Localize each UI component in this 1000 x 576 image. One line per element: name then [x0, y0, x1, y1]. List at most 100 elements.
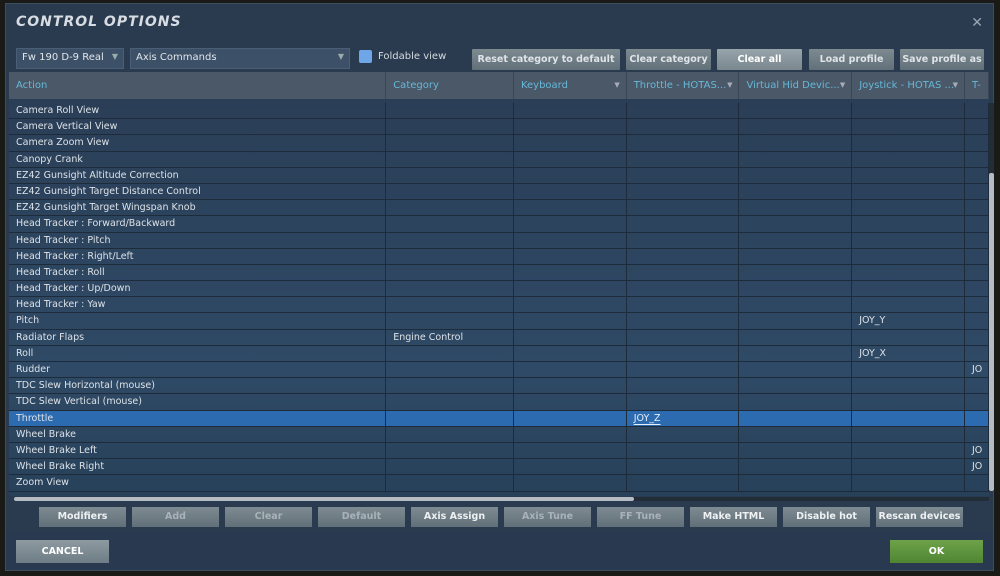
binding-cell[interactable]	[965, 281, 989, 297]
table-row[interactable]: Head Tracker : Up/Down	[9, 281, 989, 298]
checkbox-icon[interactable]	[359, 50, 372, 63]
table-row[interactable]: Rudder JO	[9, 362, 989, 379]
binding-cell[interactable]	[739, 410, 853, 426]
table-row[interactable]: Camera Roll View	[9, 103, 989, 120]
table-row[interactable]: EZ42 Gunsight Target Wingspan Knob	[9, 200, 989, 217]
binding-cell[interactable]	[386, 183, 514, 200]
binding-cell[interactable]	[739, 119, 853, 135]
table-row[interactable]: Head Tracker : Yaw	[9, 297, 989, 314]
binding-cell[interactable]: JOY_Y	[852, 313, 965, 329]
binding-cell[interactable]	[514, 329, 627, 345]
binding-cell[interactable]	[852, 475, 965, 491]
binding-cell[interactable]	[627, 183, 740, 200]
action-cell[interactable]: Camera Roll View	[9, 103, 387, 119]
action-cell[interactable]: Wheel Brake	[9, 426, 387, 442]
binding-cell[interactable]	[627, 442, 740, 459]
binding-cell[interactable]	[386, 345, 514, 361]
binding-cell[interactable]	[386, 232, 514, 248]
binding-cell[interactable]	[852, 151, 965, 167]
binding-cell[interactable]	[739, 394, 853, 410]
action-cell[interactable]: EZ42 Gunsight Target Wingspan Knob	[9, 200, 387, 216]
chevron-down-icon[interactable]: ▼	[840, 72, 845, 99]
binding-cell[interactable]	[627, 119, 740, 135]
binding-cell[interactable]	[386, 362, 514, 378]
chevron-down-icon[interactable]: ▼	[727, 72, 732, 99]
table-row[interactable]: TDC Slew Vertical (mouse)	[9, 394, 989, 411]
binding-cell[interactable]	[514, 297, 627, 313]
binding-cell[interactable]	[514, 410, 627, 426]
action-cell[interactable]: Head Tracker : Right/Left	[9, 248, 387, 264]
binding-cell[interactable]	[627, 232, 740, 248]
aircraft-select[interactable]: Fw 190 D-9 Real ▼	[16, 48, 124, 69]
binding-cell[interactable]	[965, 248, 989, 264]
binding-cell[interactable]: Engine Control	[386, 329, 514, 345]
action-cell[interactable]: TDC Slew Vertical (mouse)	[9, 394, 387, 410]
add-button[interactable]: Add	[132, 507, 219, 527]
binding-cell[interactable]	[627, 459, 740, 475]
binding-cell[interactable]	[965, 313, 989, 329]
column-header[interactable]: T-	[965, 72, 989, 99]
table-row[interactable]: Head Tracker : Roll	[9, 264, 989, 282]
binding-cell[interactable]	[627, 135, 740, 151]
binding-cell[interactable]	[627, 345, 740, 361]
binding-cell[interactable]	[514, 103, 627, 119]
binding-cell[interactable]	[386, 264, 514, 281]
binding-cell[interactable]	[514, 345, 627, 361]
modifiers-button[interactable]: Modifiers	[39, 507, 126, 527]
action-cell[interactable]: TDC Slew Horizontal (mouse)	[9, 378, 387, 394]
action-cell[interactable]: Throttle	[9, 410, 387, 426]
binding-cell[interactable]	[852, 329, 965, 345]
action-cell[interactable]: Radiator Flaps	[9, 329, 387, 345]
binding-cell[interactable]	[386, 200, 514, 216]
action-cell[interactable]: Pitch	[9, 313, 387, 329]
binding-cell[interactable]	[514, 135, 627, 151]
binding-cell[interactable]	[739, 297, 853, 313]
binding-cell[interactable]	[514, 167, 627, 183]
chevron-down-icon[interactable]: ▼	[614, 72, 619, 99]
scrollbar-thumb[interactable]	[14, 497, 634, 501]
binding-cell[interactable]	[739, 135, 853, 151]
binding-cell[interactable]: JOY_X	[852, 345, 965, 361]
binding-cell[interactable]	[627, 297, 740, 313]
binding-cell[interactable]: JO	[965, 459, 989, 475]
binding-cell[interactable]	[852, 410, 965, 426]
binding-cell[interactable]	[514, 426, 627, 442]
chevron-down-icon[interactable]: ▼	[953, 72, 958, 99]
binding-cell[interactable]	[514, 216, 627, 232]
binding-cell[interactable]	[852, 200, 965, 216]
binding-cell[interactable]	[965, 297, 989, 313]
binding-cell[interactable]	[627, 426, 740, 442]
binding-cell[interactable]	[965, 151, 989, 167]
ok-button[interactable]: OK	[890, 540, 983, 563]
binding-cell[interactable]	[739, 151, 853, 167]
binding-cell[interactable]	[386, 313, 514, 329]
binding-cell[interactable]	[739, 264, 853, 281]
axis-assign-button[interactable]: Axis Assign	[411, 507, 498, 527]
binding-cell[interactable]	[386, 216, 514, 232]
binding-cell[interactable]	[965, 264, 989, 281]
binding-cell[interactable]	[852, 135, 965, 151]
table-row[interactable]: Head Tracker : Pitch	[9, 232, 989, 249]
binding-cell[interactable]	[514, 232, 627, 248]
binding-cell[interactable]	[852, 248, 965, 264]
column-header[interactable]: Keyboard ▼	[514, 72, 627, 99]
binding-cell[interactable]	[965, 183, 989, 200]
foldable-view-checkbox[interactable]: Foldable view	[359, 50, 446, 63]
binding-cell[interactable]	[965, 329, 989, 345]
column-header[interactable]: Joystick - HOTAS ... ▼	[852, 72, 965, 99]
binding-cell[interactable]	[965, 426, 989, 442]
action-cell[interactable]: Canopy Crank	[9, 151, 387, 167]
binding-cell[interactable]	[739, 248, 853, 264]
binding-cell[interactable]	[627, 248, 740, 264]
scrollbar-thumb[interactable]	[989, 173, 994, 491]
action-cell[interactable]: Head Tracker : Forward/Backward	[9, 216, 387, 232]
binding-cell[interactable]	[965, 475, 989, 491]
binding-cell[interactable]	[627, 378, 740, 394]
binding-cell[interactable]	[965, 378, 989, 394]
table-row[interactable]: EZ42 Gunsight Target Distance Control	[9, 183, 989, 201]
table-row[interactable]: Wheel Brake Left JO	[9, 442, 989, 460]
binding-cell[interactable]	[514, 442, 627, 459]
action-cell[interactable]: EZ42 Gunsight Target Distance Control	[9, 183, 387, 200]
binding-cell[interactable]	[965, 394, 989, 410]
binding-cell[interactable]	[965, 345, 989, 361]
